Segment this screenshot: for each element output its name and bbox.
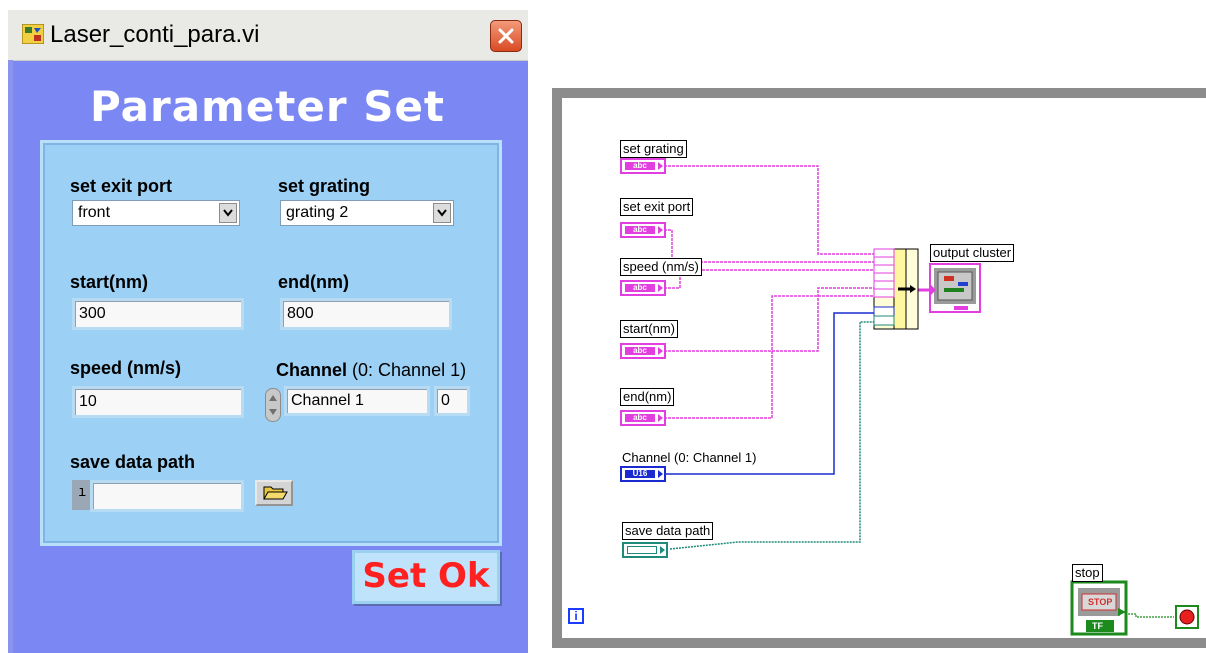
wire-stop: [1128, 613, 1174, 618]
u16-type-icon: U16: [625, 470, 655, 478]
arrow-icon: [658, 414, 663, 422]
string-type-icon: abc: [625, 347, 655, 355]
terminal-save-path[interactable]: [622, 542, 668, 558]
label-channel: Channel (0: Channel 1): [622, 450, 757, 465]
label-set-grating: set grating: [620, 140, 687, 158]
loop-iteration-terminal[interactable]: i: [568, 608, 584, 624]
arrow-icon: [658, 162, 663, 170]
terminal-start[interactable]: abc: [620, 343, 666, 359]
stop-button-text: STOP: [1088, 597, 1113, 607]
wire-set-grating: [664, 165, 874, 255]
label-stop: stop: [1072, 564, 1103, 582]
label-output-cluster: output cluster: [930, 244, 1015, 262]
label-end: end(nm): [620, 388, 675, 406]
terminal-exit-port[interactable]: abc: [620, 222, 666, 238]
terminal-channel[interactable]: U16: [620, 466, 666, 482]
terminal-set-grating[interactable]: abc: [620, 158, 666, 174]
string-type-icon: abc: [625, 226, 655, 234]
path-type-icon: [627, 546, 657, 554]
string-wires: [664, 165, 874, 419]
loop-condition[interactable]: [1175, 605, 1199, 629]
label-save-path: save data path: [622, 522, 714, 540]
wire-layer: [664, 165, 1199, 636]
bundle-node[interactable]: [873, 248, 919, 330]
label-speed: speed (nm/s): [620, 258, 702, 276]
string-type-icon: abc: [625, 414, 655, 422]
string-type-icon: abc: [625, 284, 655, 292]
terminal-speed[interactable]: abc: [620, 280, 666, 296]
arrow-icon: [660, 546, 665, 554]
string-type-icon: abc: [625, 162, 655, 170]
terminal-end[interactable]: abc: [620, 410, 666, 426]
wire-start: [664, 287, 874, 352]
output-cluster-indicator[interactable]: [929, 263, 981, 313]
arrow-icon: [658, 347, 663, 355]
label-set-exit-port: set exit port: [620, 198, 694, 216]
label-start: start(nm): [620, 320, 678, 338]
arrow-icon: [658, 470, 663, 478]
bool-type-text: TF: [1092, 621, 1103, 631]
arrow-icon: [658, 284, 663, 292]
wire-end: [664, 295, 874, 419]
arrow-icon: [658, 226, 663, 234]
